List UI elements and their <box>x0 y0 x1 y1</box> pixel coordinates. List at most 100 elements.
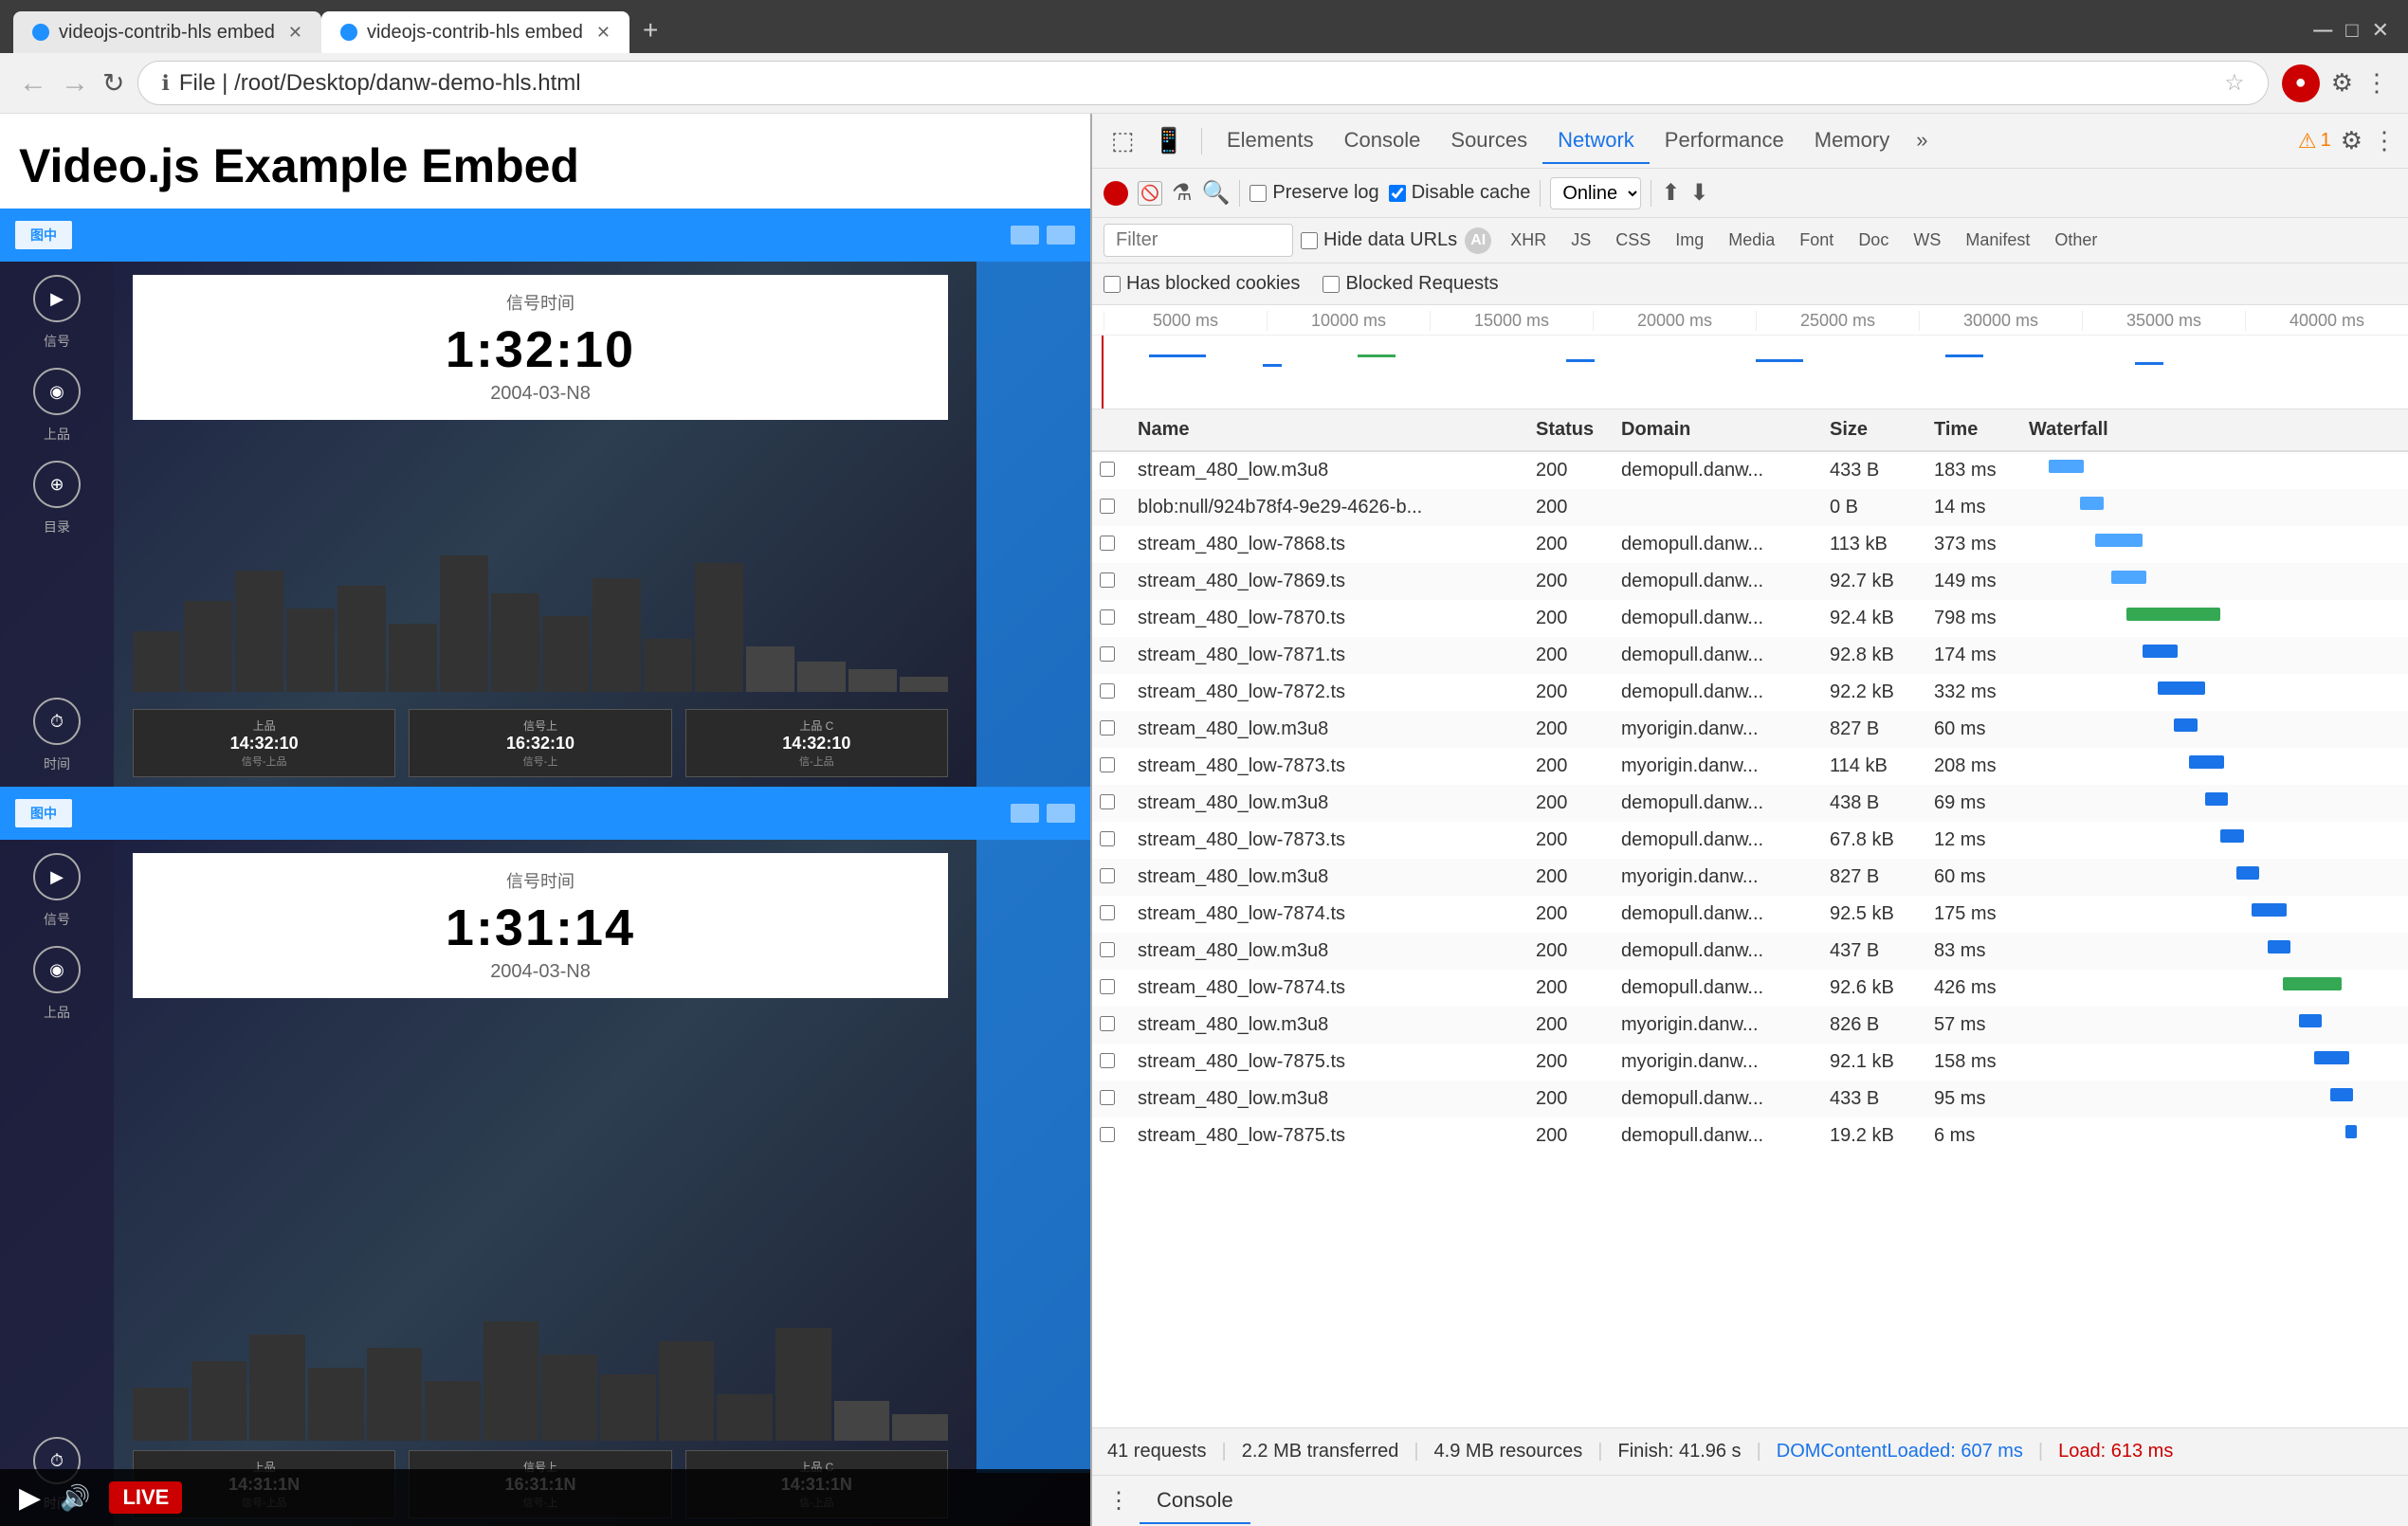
preserve-log-checkbox[interactable]: Preserve log <box>1250 182 1378 204</box>
row-name-cell[interactable]: stream_480_low.m3u8 <box>1126 859 1524 896</box>
filter-input[interactable] <box>1104 224 1293 257</box>
row-checkbox-cell[interactable] <box>1092 822 1126 859</box>
tab-performance[interactable]: Performance <box>1650 118 1799 164</box>
stop-recording-button[interactable]: 🚫 <box>1138 181 1162 206</box>
table-row[interactable]: stream_480_low.m3u8 200 demopull.danw...… <box>1092 451 2408 489</box>
row-name-cell[interactable]: stream_480_low.m3u8 <box>1126 933 1524 970</box>
table-row[interactable]: stream_480_low.m3u8 200 myorigin.danw...… <box>1092 711 2408 748</box>
address-text[interactable]: File | /root/Desktop/danw-demo-hls.html <box>179 70 581 97</box>
filter-tag-img[interactable]: Img <box>1664 227 1715 254</box>
browser-tab-2[interactable]: videojs-contrib-hls embed ✕ <box>321 11 629 53</box>
tab-sources[interactable]: Sources <box>1435 118 1542 164</box>
table-row[interactable]: stream_480_low.m3u8 200 demopull.danw...… <box>1092 1081 2408 1117</box>
col-header-status[interactable]: Status <box>1524 409 1610 451</box>
row-checkbox-cell[interactable] <box>1092 600 1126 637</box>
table-row[interactable]: stream_480_low-7871.ts 200 demopull.danw… <box>1092 637 2408 674</box>
row-checkbox-cell[interactable] <box>1092 526 1126 563</box>
row-name-cell[interactable]: stream_480_low.m3u8 <box>1126 711 1524 748</box>
back-button[interactable]: ← <box>19 67 47 100</box>
row-name-cell[interactable]: stream_480_low-7868.ts <box>1126 526 1524 563</box>
table-row[interactable]: stream_480_low-7875.ts 200 myorigin.danw… <box>1092 1044 2408 1081</box>
blocked-requests-checkbox[interactable]: Blocked Requests <box>1323 273 1498 295</box>
extensions-icon[interactable]: ⚙ <box>2331 68 2353 98</box>
row-name-cell[interactable]: stream_480_low-7875.ts <box>1126 1117 1524 1154</box>
row-checkbox-cell[interactable] <box>1092 1044 1126 1081</box>
row-name-cell[interactable]: stream_480_low-7874.ts <box>1126 970 1524 1007</box>
filter-tag-doc[interactable]: Doc <box>1847 227 1900 254</box>
filter-tag-font[interactable]: Font <box>1788 227 1845 254</box>
table-row[interactable]: stream_480_low-7869.ts 200 demopull.danw… <box>1092 563 2408 600</box>
row-name-cell[interactable]: stream_480_low-7870.ts <box>1126 600 1524 637</box>
forward-button[interactable]: → <box>61 67 89 100</box>
tab-elements[interactable]: Elements <box>1212 118 1329 164</box>
filter-tag-js[interactable]: JS <box>1560 227 1602 254</box>
table-row[interactable]: stream_480_low-7875.ts 200 demopull.danw… <box>1092 1117 2408 1154</box>
tab-1-close[interactable]: ✕ <box>288 23 302 43</box>
new-tab-button[interactable]: + <box>629 11 671 49</box>
row-name-cell[interactable]: stream_480_low-7875.ts <box>1126 1044 1524 1081</box>
table-row[interactable]: stream_480_low-7872.ts 200 demopull.danw… <box>1092 674 2408 711</box>
row-checkbox-cell[interactable] <box>1092 1081 1126 1117</box>
row-checkbox-cell[interactable] <box>1092 489 1126 526</box>
table-row[interactable]: stream_480_low-7873.ts 200 demopull.danw… <box>1092 822 2408 859</box>
col-header-size[interactable]: Size <box>1818 409 1923 451</box>
filter-icon[interactable]: ⚗ <box>1172 179 1193 207</box>
browser-tab-1[interactable]: videojs-contrib-hls embed ✕ <box>13 11 321 53</box>
menu-icon[interactable]: ⋮ <box>2364 68 2389 98</box>
row-name-cell[interactable]: blob:null/924b78f4-9e29-4626-b... <box>1126 489 1524 526</box>
row-checkbox-cell[interactable] <box>1092 451 1126 489</box>
row-checkbox-cell[interactable] <box>1092 674 1126 711</box>
has-blocked-cookies-checkbox[interactable]: Has blocked cookies <box>1104 273 1300 295</box>
filter-tag-ws[interactable]: WS <box>1902 227 1952 254</box>
tab-memory[interactable]: Memory <box>1799 118 1905 164</box>
volume-button[interactable]: 🔊 <box>60 1483 90 1513</box>
table-row[interactable]: stream_480_low.m3u8 200 demopull.danw...… <box>1092 933 2408 970</box>
devtools-menu-button[interactable]: ⋮ <box>2372 126 2397 155</box>
row-checkbox-cell[interactable] <box>1092 896 1126 933</box>
filter-tag-manifest[interactable]: Manifest <box>1954 227 2041 254</box>
table-row[interactable]: stream_480_low.m3u8 200 myorigin.danw...… <box>1092 859 2408 896</box>
tab-network[interactable]: Network <box>1542 118 1650 164</box>
hide-data-urls-checkbox[interactable]: Hide data URLs <box>1301 229 1457 251</box>
tab-console[interactable]: Console <box>1329 118 1436 164</box>
search-icon[interactable]: 🔍 <box>1202 179 1231 207</box>
throttle-select[interactable]: Online <box>1550 177 1641 209</box>
col-header-waterfall[interactable]: Waterfall <box>2017 409 2408 451</box>
table-row[interactable]: stream_480_low-7870.ts 200 demopull.danw… <box>1092 600 2408 637</box>
col-header-name[interactable]: Name <box>1126 409 1524 451</box>
row-name-cell[interactable]: stream_480_low.m3u8 <box>1126 451 1524 489</box>
network-table-wrapper[interactable]: Name Status Domain Size Time Waterfall s… <box>1092 409 2408 1427</box>
export-har-button[interactable]: ⬇ <box>1689 179 1708 207</box>
tab-2-close[interactable]: ✕ <box>596 23 611 43</box>
row-name-cell[interactable]: stream_480_low-7873.ts <box>1126 748 1524 785</box>
table-row[interactable]: stream_480_low-7868.ts 200 demopull.danw… <box>1092 526 2408 563</box>
console-tab[interactable]: Console <box>1140 1479 1250 1524</box>
reload-button[interactable]: ↻ <box>102 67 124 99</box>
row-checkbox-cell[interactable] <box>1092 1007 1126 1044</box>
profile-button[interactable]: ● <box>2282 64 2320 102</box>
filter-tag-media[interactable]: Media <box>1717 227 1786 254</box>
row-name-cell[interactable]: stream_480_low.m3u8 <box>1126 1081 1524 1117</box>
bookmark-icon[interactable]: ☆ <box>2224 69 2245 97</box>
device-tool-button[interactable]: 📱 <box>1146 120 1192 161</box>
table-row[interactable]: stream_480_low.m3u8 200 myorigin.danw...… <box>1092 1007 2408 1044</box>
table-row[interactable]: stream_480_low-7874.ts 200 demopull.danw… <box>1092 970 2408 1007</box>
import-har-button[interactable]: ⬆ <box>1661 179 1680 207</box>
row-checkbox-cell[interactable] <box>1092 711 1126 748</box>
maximize-icon[interactable]: □ <box>2345 18 2358 43</box>
minimize-icon[interactable]: ─ <box>2313 15 2332 45</box>
row-checkbox-cell[interactable] <box>1092 933 1126 970</box>
row-checkbox-cell[interactable] <box>1092 748 1126 785</box>
inspector-tool-button[interactable]: ⬚ <box>1104 120 1142 161</box>
row-checkbox-cell[interactable] <box>1092 859 1126 896</box>
row-checkbox-cell[interactable] <box>1092 785 1126 822</box>
table-row[interactable]: stream_480_low-7874.ts 200 demopull.danw… <box>1092 896 2408 933</box>
row-name-cell[interactable]: stream_480_low-7869.ts <box>1126 563 1524 600</box>
row-name-cell[interactable]: stream_480_low-7872.ts <box>1126 674 1524 711</box>
filter-tag-css[interactable]: CSS <box>1604 227 1662 254</box>
row-name-cell[interactable]: stream_480_low-7873.ts <box>1126 822 1524 859</box>
col-header-time[interactable]: Time <box>1923 409 2017 451</box>
row-name-cell[interactable]: stream_480_low.m3u8 <box>1126 1007 1524 1044</box>
disable-cache-checkbox[interactable]: Disable cache <box>1389 182 1531 204</box>
row-name-cell[interactable]: stream_480_low-7874.ts <box>1126 896 1524 933</box>
